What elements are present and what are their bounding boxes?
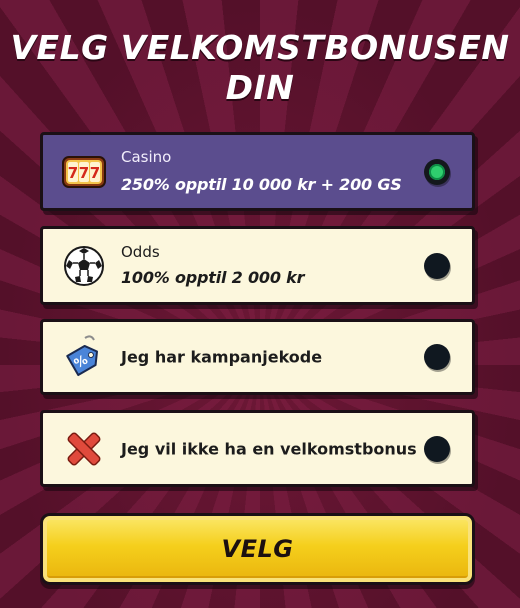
option-odds[interactable]: Odds 100% opptil 2 000 kr [40, 226, 475, 305]
percent-tag-icon: % [61, 334, 107, 380]
option-promo-text: Jeg har kampanjekode [121, 348, 322, 367]
radio-promo-code[interactable] [424, 344, 450, 370]
select-button[interactable]: VELG [40, 513, 475, 585]
select-button-label: VELG [221, 535, 294, 563]
option-no-bonus[interactable]: Jeg vil ikke ha en velkomstbonus [40, 410, 475, 487]
slot-777-icon: 7 7 7 [61, 149, 107, 195]
option-odds-bonus: 100% opptil 2 000 kr [121, 267, 305, 287]
radio-no-bonus[interactable] [424, 435, 450, 462]
option-promo-label: Jeg har kampanjekode [121, 347, 323, 367]
soccer-ball-icon [61, 243, 107, 289]
svg-text:7: 7 [68, 164, 78, 182]
red-x-icon [61, 426, 107, 472]
option-casino[interactable]: 7 7 7 Casino 250% opptil 10 000 kr + 200… [40, 132, 475, 211]
option-odds-label: Odds [121, 242, 160, 261]
radio-odds[interactable] [424, 252, 450, 279]
option-no-bonus-label: Jeg vil ikke ha en velkomstbonus [121, 439, 417, 458]
option-no-bonus-text: Jeg vil ikke ha en velkomstbonus [121, 439, 417, 458]
option-casino-bonus: 250% opptil 10 000 kr + 200 GS [121, 174, 402, 194]
title-line-2: DIN [225, 68, 295, 107]
page-title: VELG VELKOMSTBONUSEN DIN [0, 28, 520, 108]
option-odds-text: Odds 100% opptil 2 000 kr [121, 242, 304, 290]
option-casino-label: Casino [121, 147, 172, 166]
title-line-1: VELG VELKOMSTBONUSEN [10, 28, 510, 67]
svg-text:7: 7 [79, 164, 89, 182]
option-promo-code[interactable]: % Jeg har kampanjekode [40, 319, 475, 395]
svg-text:7: 7 [90, 164, 100, 182]
radio-casino-selected[interactable] [424, 158, 450, 185]
option-casino-text: Casino 250% opptil 10 000 kr + 200 GS [121, 147, 402, 197]
